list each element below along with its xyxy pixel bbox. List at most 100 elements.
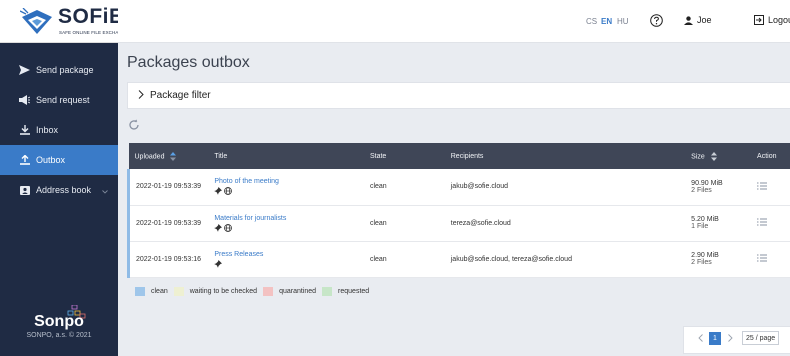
pin-icon — [214, 187, 223, 196]
action-cell — [751, 169, 790, 205]
sidebar-item-label: Send request — [36, 95, 90, 105]
sort-icon — [170, 151, 177, 161]
title-cell: Materials for journalists — [208, 205, 364, 241]
size-cell: 2.90 MiB 2 Files — [685, 241, 751, 277]
state-cell: clean — [369, 219, 387, 227]
title-cell: Photo of the meeting — [208, 169, 364, 205]
help-icon[interactable] — [650, 14, 663, 27]
prev-page-button[interactable] — [694, 331, 706, 345]
sidebar: SOFiE SAFE ONLINE FILE EXCHANGE Send pac… — [0, 0, 128, 356]
megaphone-icon — [18, 94, 31, 107]
logo[interactable]: SOFiE SAFE ONLINE FILE EXCHANGE — [0, 0, 128, 43]
state-cell: clean — [369, 255, 387, 263]
refresh-icon[interactable] — [128, 119, 140, 131]
column-header-state: State — [369, 152, 387, 160]
column-header-action: Action — [757, 152, 777, 160]
legend-label: requested — [338, 288, 370, 295]
page-number-button[interactable]: 1 — [709, 331, 721, 345]
topbar: CS EN HU Joe Logout — [118, 0, 790, 43]
sort-icon — [710, 151, 717, 161]
column-header-title: Title — [214, 152, 228, 160]
vendor-name: Sonpo — [34, 313, 84, 330]
globe-icon — [224, 223, 233, 232]
copyright: SONPO, a.s. © 2021 — [26, 332, 92, 339]
sidebar-item-label: Outbox — [36, 155, 66, 165]
package-tags — [214, 259, 364, 268]
package-title-link[interactable]: Press Releases — [214, 251, 364, 258]
upload-icon — [18, 154, 31, 167]
package-filter-toggle[interactable]: Package filter — [127, 82, 790, 109]
address-book-icon — [18, 184, 31, 197]
uploaded-cell: 2022-01-19 09:53:16 — [127, 241, 209, 277]
page-size-value: 25 / page — [746, 334, 776, 342]
state-cell: clean — [369, 183, 387, 191]
list-menu-icon[interactable] — [757, 182, 768, 190]
sidebar-item-send-package[interactable]: Send package — [0, 55, 118, 85]
lang-hu[interactable]: HU — [617, 17, 629, 26]
legend-label: waiting to be checked — [189, 288, 258, 295]
table-row[interactable]: 2022-01-19 09:53:39 Photo of the meeting… — [127, 169, 790, 205]
user-name: Joe — [697, 15, 712, 25]
logo-text: SOFiE — [58, 5, 124, 28]
recipients-cell: jakub@sofie.cloud, tereza@sofie.cloud — [450, 255, 572, 263]
sofie-logo-icon — [20, 8, 52, 34]
package-tags — [214, 187, 364, 196]
file-count: 2 Files — [691, 259, 712, 266]
logout-icon — [754, 15, 764, 25]
logout-button[interactable]: Logout — [754, 15, 790, 25]
send-icon — [18, 64, 31, 77]
package-tags — [214, 223, 364, 232]
chevron-right-icon — [727, 334, 733, 342]
package-title-link[interactable]: Materials for journalists — [214, 215, 364, 222]
pin-icon — [214, 259, 223, 268]
user-menu[interactable]: Joe — [684, 15, 712, 25]
size-cell: 90.90 MiB 2 Files — [685, 169, 751, 205]
table-row[interactable]: 2022-01-19 09:53:39 Materials for journa… — [127, 205, 790, 241]
list-menu-icon[interactable] — [757, 254, 768, 262]
file-count: 2 Files — [691, 186, 712, 194]
page-size-select[interactable]: 25 / page — [742, 331, 780, 345]
packages-table: Uploaded Title State Recipients Size Act… — [127, 143, 790, 278]
chevron-left-icon — [697, 334, 703, 342]
sidebar-item-send-request[interactable]: Send request — [0, 85, 118, 115]
legend-swatch-waiting — [173, 287, 184, 296]
column-header-uploaded[interactable]: Uploaded — [129, 143, 209, 169]
legend-swatch-clean — [135, 287, 145, 296]
column-header-size[interactable]: Size — [685, 143, 751, 169]
pin-icon — [214, 223, 223, 232]
next-page-button[interactable] — [724, 331, 736, 345]
uploaded-cell: 2022-01-19 09:53:39 — [127, 169, 209, 205]
user-icon — [684, 15, 693, 25]
column-header-recipients: Recipients — [450, 152, 484, 160]
uploaded-cell: 2022-01-19 09:53:39 — [127, 205, 209, 241]
sidebar-item-address-book[interactable]: Address book — [0, 175, 118, 205]
recipients-cell: tereza@sofie.cloud — [450, 219, 511, 227]
page-title: Packages outbox — [127, 54, 250, 71]
table-row[interactable]: 2022-01-19 09:53:16 Press Releases clean… — [127, 241, 790, 277]
sidebar-item-label: Address book — [36, 185, 92, 195]
size-value: 5.20 MiB — [691, 216, 719, 223]
sidebar-nav: Send package Send request Inbox Outbox A… — [0, 55, 118, 205]
sidebar-item-outbox[interactable]: Outbox — [0, 145, 118, 175]
title-cell: Press Releases — [208, 241, 364, 277]
legend-swatch-quarantined — [263, 287, 274, 296]
legend-swatch-requested — [322, 287, 333, 296]
sidebar-item-label: Inbox — [36, 125, 59, 135]
size-value: 90.90 MiB — [691, 179, 723, 187]
file-count: 1 File — [691, 223, 709, 230]
state-legend: clean waiting to be checked quarantined … — [135, 287, 375, 296]
lang-cs[interactable]: CS — [586, 17, 597, 26]
action-cell — [751, 205, 790, 241]
download-icon — [18, 124, 31, 137]
lang-en[interactable]: EN — [601, 17, 612, 26]
recipients-cell: jakub@sofie.cloud — [450, 183, 509, 191]
action-cell — [751, 241, 790, 277]
list-menu-icon[interactable] — [757, 218, 768, 226]
size-cell: 5.20 MiB 1 File — [685, 205, 751, 241]
sidebar-item-label: Send package — [36, 65, 94, 75]
legend-label: clean — [151, 288, 168, 295]
pagination: 1 25 / page — [694, 331, 780, 345]
sidebar-item-inbox[interactable]: Inbox — [0, 115, 118, 145]
package-title-link[interactable]: Photo of the meeting — [214, 178, 364, 185]
logout-label: Logout — [768, 15, 790, 25]
